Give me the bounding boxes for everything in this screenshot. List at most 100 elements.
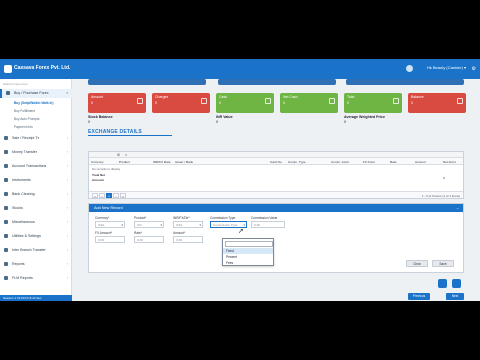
add-record-header[interactable]: Add New Record − [89, 204, 463, 212]
inr-fx-label: INR/FX/Dir* [173, 216, 190, 220]
grid-add-icon[interactable]: ⊞ [117, 153, 120, 157]
col-amount[interactable]: Amount [415, 160, 426, 164]
sidebar-item-label: Instruments [12, 178, 31, 182]
grid-empty-message: No records to display [92, 167, 121, 171]
session-status: Session 1 15:00 Fri 8:43 Sec [0, 295, 72, 301]
fx-amount-input[interactable]: 0.00 [95, 236, 125, 243]
commission-value-label: Commission Value [251, 216, 278, 220]
main-content: Amount 0 Charges 0 Cash 0 Net Cash 0 Tot… [76, 79, 480, 301]
settings-icon[interactable]: ⚙ [472, 66, 476, 72]
save-button[interactable]: Save [432, 260, 454, 267]
stat-icon [393, 98, 399, 104]
sidebar-item-bank-clearing[interactable]: Bank Clearing › [0, 190, 72, 199]
user-menu[interactable]: Hk Beauty (Cashier) ▾ [427, 65, 466, 70]
sidebar-item-label: Utilities & Settings [12, 234, 41, 238]
grid-menu-icon[interactable]: ≡ [125, 153, 127, 157]
pager-next-icon[interactable]: › [113, 193, 119, 198]
stat-amount: Amount 0 [88, 93, 146, 113]
sidebar-subitem-buy-walkin[interactable]: Buy (Swip/Walkin Walk In) [14, 101, 53, 105]
commission-value-input[interactable]: 0.00 [251, 221, 285, 228]
stat-title: Total [347, 95, 355, 99]
chevron-right-icon: › [66, 192, 68, 196]
sidebar-item-miscellaneous[interactable]: Miscellaneous › [0, 218, 72, 227]
sidebar-subitem-payment-info[interactable]: Payment Info [14, 125, 33, 129]
misc-icon [4, 220, 8, 224]
sidebar-subitem-buy-auto-prompts[interactable]: Buy Auto Prompts [14, 117, 40, 121]
stat-title: Amount [91, 95, 104, 99]
col-rate-2[interactable]: Rate [390, 160, 397, 164]
report-icon [4, 276, 8, 280]
sidebar-subitem-buy-fulfillment[interactable]: Buy Fulfillment [14, 109, 35, 113]
stat-value: 0 [91, 101, 93, 105]
sidebar-item-label: Miscellaneous [12, 220, 35, 224]
col-comm-amnt[interactable]: Comm. Amnt [331, 160, 349, 164]
sidebar-item-instruments[interactable]: Instruments › [0, 176, 72, 185]
col-card-no[interactable]: Card No. [270, 160, 282, 164]
grid-total-label-2: Amount [92, 178, 104, 182]
chevron-right-icon: › [66, 150, 68, 154]
rate-input[interactable]: 0.00 [134, 236, 164, 243]
pager-page-current[interactable]: 1 [106, 193, 112, 198]
pager-last-icon[interactable]: » [120, 193, 126, 198]
clear-button[interactable]: Clear [406, 260, 428, 267]
settings-fab-icon[interactable] [438, 279, 447, 288]
col-currency[interactable]: Currency [91, 160, 104, 164]
summary-avg-price-label: Average Weighted Price [344, 115, 385, 119]
chevron-down-icon: ▾ [199, 223, 201, 227]
sidebar-item-label: Stocks [12, 206, 23, 210]
sidebar-item-buy-purchase-forex[interactable]: Buy / Purchase Forex ▾ [0, 89, 72, 98]
grid-header-row: Currency Product INR/FX Rate Issuer / Ba… [89, 158, 463, 165]
save-fab-icon[interactable] [452, 279, 461, 288]
sidebar-item-money-transfer[interactable]: Money Transfer › [0, 148, 72, 157]
branch-icon [4, 248, 8, 252]
rate-label: Rate* [134, 231, 142, 235]
forex-icon [6, 91, 10, 95]
col-comm-type[interactable]: Comm. Type [288, 160, 305, 164]
inr-fx-select[interactable]: USA ▾ [173, 221, 203, 228]
chevron-right-icon: › [66, 136, 68, 140]
stat-total: Total 0 [344, 93, 402, 113]
collapse-icon[interactable]: − [457, 206, 459, 211]
previous-button[interactable]: Previous [408, 293, 430, 300]
col-rate[interactable]: INR/FX Rate [153, 160, 171, 164]
chevron-right-icon: › [66, 164, 68, 168]
gear-icon [4, 234, 8, 238]
menu-search-input[interactable]: Search menu here [3, 82, 69, 87]
col-fx-amnt[interactable]: FX Amnt [363, 160, 375, 164]
col-issuer[interactable]: Issuer / Bank [175, 160, 193, 164]
pager-prev-icon[interactable]: ‹ [99, 193, 105, 198]
sidebar-item-label: Money Transfer [12, 150, 37, 154]
pager-first-icon[interactable]: « [92, 193, 98, 198]
dropdown-search-input[interactable] [225, 241, 273, 247]
amount-input[interactable]: 0.00 [173, 236, 203, 243]
sidebar-item-utilities-settings[interactable]: Utilities & Settings › [0, 232, 72, 241]
currency-select[interactable]: USA ▾ [95, 221, 125, 228]
grid-total-value: 0 [443, 176, 445, 180]
sidebar-item-flm-reports[interactable]: FLM Reports › [0, 274, 72, 283]
stat-value: 0 [219, 101, 221, 105]
next-button[interactable]: Next [446, 293, 464, 300]
sidebar-item-label: Bank Clearing [12, 192, 35, 196]
sidebar-item-account-transactions[interactable]: Account Transactions › [0, 162, 72, 171]
user-avatar[interactable] [406, 65, 413, 72]
product-select[interactable]: CN ▾ [134, 221, 164, 228]
stat-icon [201, 98, 207, 104]
bank-icon [4, 192, 8, 196]
sidebar-item-reports[interactable]: Reports › [0, 260, 72, 269]
dropdown-option-fees[interactable]: Fees [223, 260, 273, 266]
currency-label: Currency* [95, 216, 110, 220]
chevron-right-icon: › [66, 220, 68, 224]
col-product[interactable]: Product [119, 160, 130, 164]
chevron-right-icon: › [66, 178, 68, 182]
add-record-panel: Add New Record − Currency* USA ▾ Product… [88, 203, 464, 273]
sidebar-item-stocks[interactable]: Stocks › [0, 204, 72, 213]
col-net-amnt[interactable]: Net Amnt [443, 160, 456, 164]
stat-title: Cash [219, 95, 228, 99]
sidebar-item-sale-receipt[interactable]: Sale / Receipt Tx › [0, 134, 72, 143]
report-icon [4, 262, 8, 266]
instrument-icon [4, 178, 8, 182]
sidebar-item-inter-branch-transfer[interactable]: Inter Branch Transfer › [0, 246, 72, 255]
commission-type-select[interactable]: Commission Type ▾ [210, 221, 247, 228]
top-bar: Cassava Forex Pvt. Ltd. Hk Beauty (Cashi… [0, 59, 480, 79]
stat-value: 0 [155, 101, 157, 105]
